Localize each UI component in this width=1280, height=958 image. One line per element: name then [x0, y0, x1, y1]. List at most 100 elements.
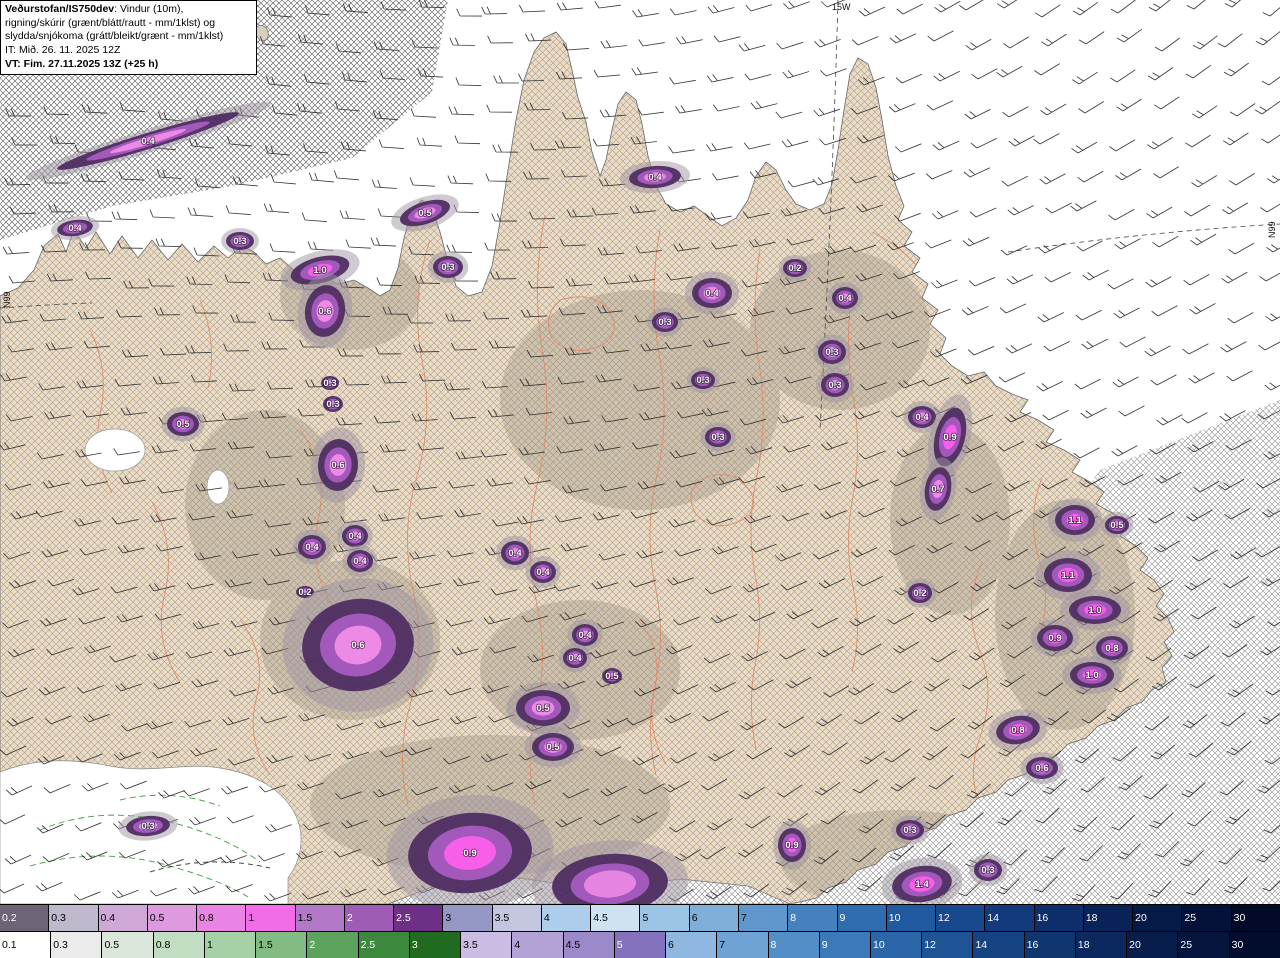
- precip-value-label: 0.9: [463, 848, 476, 859]
- colorbar-segment: 3.5: [461, 932, 513, 958]
- colorbar-value: 0.8: [199, 912, 214, 924]
- precip-value-label: 0.9: [1048, 633, 1061, 644]
- title-line-1: Veðurstofan/IS750dev: Vindur (10m),: [5, 3, 184, 15]
- colorbar-value: 6: [668, 939, 674, 951]
- colorbar-segment: 2: [344, 905, 395, 931]
- precip-blob: 0.4: [525, 556, 561, 588]
- precip-blob: 0.5: [524, 726, 582, 768]
- precip-blob: 0.5: [1100, 512, 1134, 538]
- colorbar-segment: 12: [936, 905, 986, 931]
- precip-value-label: 0.3: [711, 432, 724, 443]
- colorbar-segment: 1: [204, 932, 257, 958]
- colorbar-segment: 8: [788, 905, 838, 931]
- colorbar-value: 14: [987, 912, 999, 924]
- precip-value-label: 1.1: [1061, 570, 1075, 581]
- precip-blob: 0.4: [558, 643, 592, 673]
- colorbar-segment: 16: [1024, 932, 1076, 958]
- precip-value-label: 0.3: [326, 399, 339, 410]
- precip-blob: 0.6: [1020, 752, 1064, 784]
- colorbar-segment: 18: [1075, 932, 1128, 958]
- title-box: Veðurstofan/IS750dev: Vindur (10m), rign…: [0, 0, 257, 76]
- colorbar-segment: 1.5: [295, 905, 345, 931]
- precip-value-label: 0.4: [838, 293, 852, 304]
- precip-blob: 0.3: [700, 422, 736, 452]
- precip-value-label: 0.3: [981, 865, 994, 876]
- colorbar-segment: 0.4: [98, 905, 148, 931]
- map-area: 0.4 0.4 0.5 0.3 1.0 0.3 0.6 0.4 0.4 0.2 0.3 0.4 0.3 0…: [0, 0, 1280, 904]
- colorbar-value: 3: [411, 939, 418, 951]
- colorbar-segment: 9: [819, 932, 871, 958]
- precip-blob: 1.0: [1062, 656, 1122, 694]
- precip-value-label: 0.3: [825, 347, 838, 358]
- colorbar-segment: 6: [689, 905, 739, 931]
- precip-value-label: 0.9: [943, 432, 956, 443]
- precip-value-label: 0.4: [353, 556, 367, 567]
- precip-value-label: 0.3: [903, 825, 916, 836]
- colorbar-segment: 0.8: [197, 905, 247, 931]
- precip-value-label: 0.4: [508, 548, 522, 559]
- colorbar-value: 0.4: [100, 912, 116, 924]
- snow-colorbar: 0.1 0.3 0.5 0.8 1 1.5 2 2.5 3 3.5 4 4.5 5 6 7 8 9 10 12 14 1…: [0, 931, 1280, 958]
- colorbar-segment: 4.5: [591, 905, 641, 931]
- colorbar-segment: 2: [307, 932, 359, 958]
- precip-blob: 0.3: [323, 396, 343, 412]
- precip-value-label: 0.2: [788, 263, 801, 274]
- precip-blob: 0.4: [342, 545, 378, 577]
- colorbar-value: 30: [1231, 939, 1244, 951]
- colorbar-value: 1: [248, 912, 255, 924]
- colorbar-value: 30: [1233, 912, 1246, 924]
- colorbar-segment: 0.3: [51, 932, 103, 958]
- precip-value-label: 0.3: [828, 380, 841, 391]
- colorbar-value: 3.5: [494, 912, 510, 924]
- rain-colorbar: 0.2 0.3 0.4 0.5 0.8 1 1.5 2 2.5 3 3.5 4 4.5 5 6 7 8 9 10 12…: [0, 904, 1280, 931]
- colorbar-segment: 1.5: [256, 932, 308, 958]
- colorbar-segment: 5: [640, 905, 690, 931]
- precip-blob: 0.3: [891, 815, 929, 845]
- colorbar-value: 2: [346, 912, 353, 924]
- precip-value-label: 0.6: [318, 306, 331, 317]
- colorbar-segment: 0.1: [0, 932, 52, 958]
- colorbar-segment: 5: [614, 932, 667, 958]
- colorbar-value: 18: [1085, 912, 1098, 924]
- colorbar-value: 1: [206, 939, 213, 951]
- colorbar-segment: 10: [886, 905, 937, 931]
- precip-value-label: 0.5: [418, 208, 432, 219]
- colorbar-value: 4.5: [565, 939, 581, 951]
- precip-value-label: 0.5: [176, 419, 190, 430]
- init-time: IT: Mið. 26. 11. 2025 12Z: [5, 43, 121, 56]
- precip-value-label: 0.4: [536, 567, 550, 578]
- precip-blob: 0.3: [221, 228, 259, 254]
- precip-value-label: 1.0: [1085, 670, 1098, 681]
- colorbar-value: 3.5: [463, 939, 478, 951]
- colorbar-segment: 0.2: [0, 905, 50, 931]
- precip-value-label: 0.8: [1105, 643, 1118, 654]
- precip-blob: 0.2: [778, 255, 812, 281]
- colorbar-value: 9: [839, 912, 846, 924]
- colorbar-segment: 25: [1178, 932, 1230, 958]
- colorbar-value: 25: [1184, 912, 1197, 924]
- precip-blob: 0.4: [293, 529, 331, 565]
- precip-blob: 0.3: [813, 334, 851, 370]
- colorbar-segment: 3.5: [492, 905, 542, 931]
- colorbar-segment: 18: [1083, 905, 1134, 931]
- colorbar-segment: 6: [666, 932, 718, 958]
- weather-map-svg: 0.4 0.4 0.5 0.3 1.0 0.3 0.6 0.4 0.4 0.2 0.3 0.4 0.3 0…: [0, 0, 1280, 904]
- colorbar-segment: 2.5: [394, 905, 444, 931]
- colorbar-value: 2.5: [360, 939, 376, 951]
- precip-value-label: 0.4: [568, 653, 582, 664]
- colorbar-segment: 30: [1231, 905, 1280, 931]
- colorbar-value: 7: [740, 912, 747, 924]
- precip-value-label: 0.4: [305, 542, 319, 553]
- precip-value-label: 0.4: [348, 531, 362, 542]
- colorbar-value: 8: [770, 939, 777, 951]
- colorbar-segment: 2.5: [358, 932, 410, 958]
- colorbar-segment: 3: [443, 905, 493, 931]
- precip-blob: 0.2: [903, 578, 937, 608]
- colorbar-value: 0.2: [2, 912, 17, 924]
- colorbar-value: 0.8: [155, 939, 171, 951]
- colorbar-segment: 4.5: [563, 932, 615, 958]
- colorbar-value: 2.5: [396, 912, 411, 924]
- precip-value-label: 0.3: [323, 378, 336, 389]
- precip-blob: 0.3: [686, 367, 720, 393]
- colorbar-value: 0.1: [2, 939, 17, 951]
